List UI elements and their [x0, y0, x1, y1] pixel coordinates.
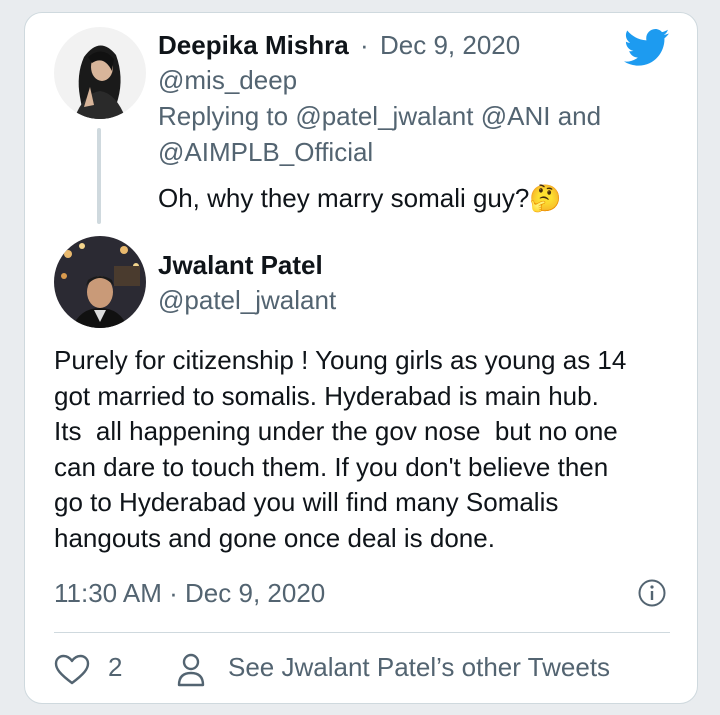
tweet-timestamp[interactable]: 11:30 AM · Dec 9, 2020: [54, 578, 325, 609]
tweet-line: Its all happening under the gov nose but…: [54, 416, 618, 446]
tweet-line: Purely for citizenship ! Young girls as …: [54, 345, 627, 375]
tweet-line: go to Hyderabad you will find many Somal…: [54, 487, 559, 517]
main-author-name[interactable]: Jwalant Patel: [158, 250, 323, 281]
info-icon[interactable]: [637, 578, 667, 608]
reply-date[interactable]: Dec 9, 2020: [380, 30, 520, 61]
mention-patel-jwalant[interactable]: @patel_jwalant: [295, 101, 473, 131]
main-tweet-text: Purely for citizenship ! Young girls as …: [54, 343, 684, 556]
replying-prefix: Replying to: [158, 101, 289, 131]
main-author-handle[interactable]: @patel_jwalant: [158, 285, 336, 316]
reply-author-name[interactable]: Deepika Mishra: [158, 30, 349, 61]
reply-author-handle[interactable]: @mis_deep: [158, 65, 297, 96]
mention-aimplb[interactable]: @AIMPLB_Official: [158, 137, 373, 167]
thinking-face-emoji: 🤔: [529, 183, 562, 213]
person-icon[interactable]: [176, 652, 206, 688]
replying-to: Replying to @patel_jwalant @ANI and @AIM…: [158, 98, 658, 170]
reply-tweet-text: Oh, why they marry somali guy?🤔: [158, 183, 562, 214]
reply-separator: ·: [360, 30, 369, 60]
like-count[interactable]: 2: [108, 652, 122, 683]
heart-icon[interactable]: [54, 654, 90, 686]
other-tweets-link[interactable]: See Jwalant Patel’s other Tweets: [228, 652, 610, 683]
tweet-line: got married to somalis. Hyderabad is mai…: [54, 380, 599, 411]
twitter-logo-icon[interactable]: [624, 28, 670, 68]
tweet-line: can dare to touch them. If you don't bel…: [54, 451, 609, 482]
deepika-avatar[interactable]: [54, 27, 146, 119]
footer-divider: [54, 632, 670, 633]
jwalant-avatar[interactable]: [54, 236, 146, 328]
replying-and: and: [557, 101, 602, 131]
tweet-line: hangouts and gone once deal is done.: [54, 522, 495, 553]
mention-ani[interactable]: @ANI: [481, 101, 551, 131]
reply-text-body: Oh, why they marry somali guy?: [158, 183, 530, 213]
thread-connector: [97, 128, 101, 224]
